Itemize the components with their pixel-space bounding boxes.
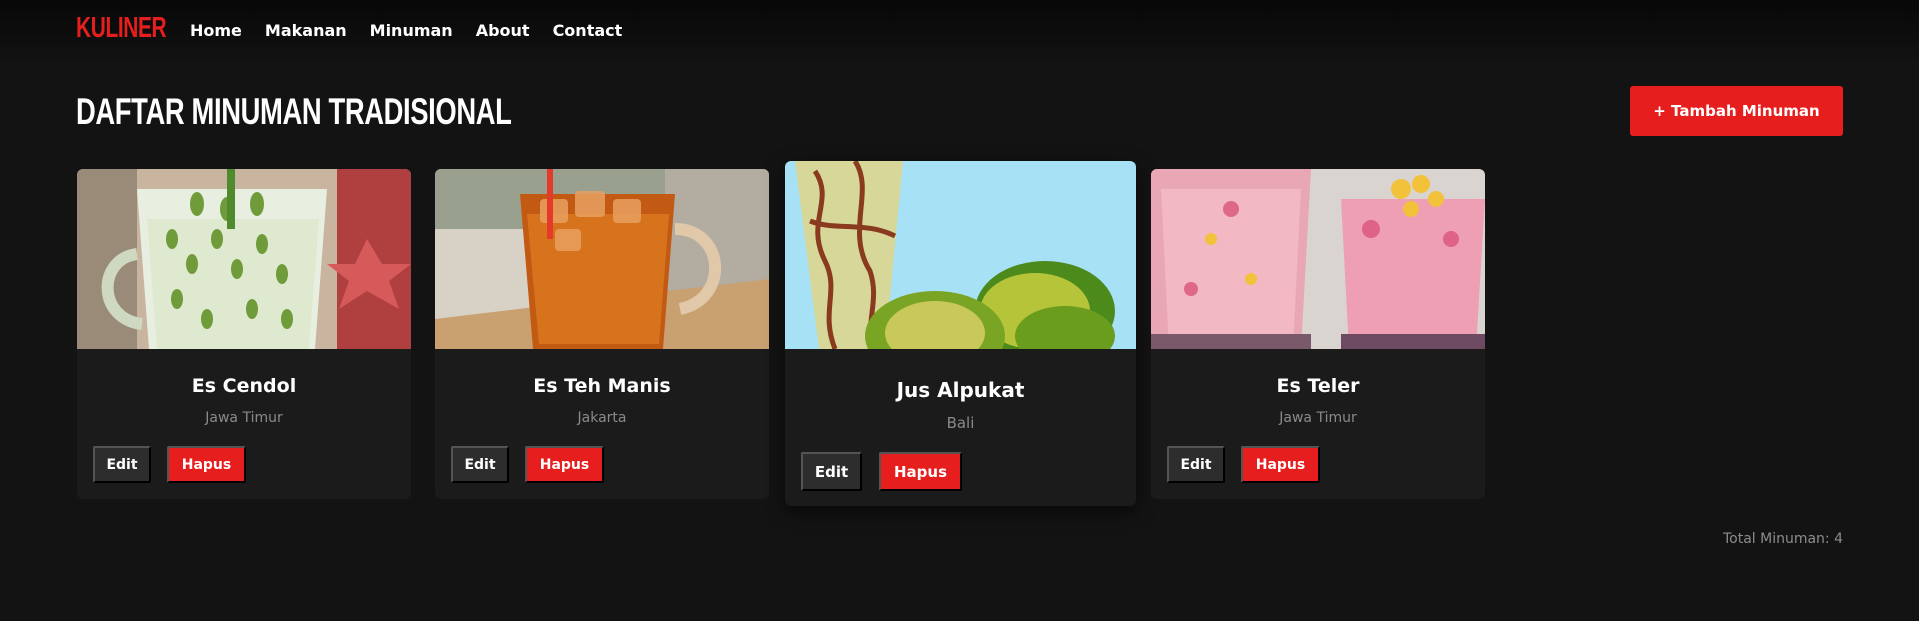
total-count: Total Minuman: 4	[1722, 531, 1843, 547]
drink-region: Jakarta	[577, 410, 627, 426]
drink-card: Es Teh Manis Jakarta Edit Hapus	[435, 169, 769, 499]
edit-button[interactable]: Edit	[801, 452, 862, 491]
drink-name: Es Cendol	[191, 375, 297, 397]
drink-card: Es Cendol Jawa Timur Edit Hapus	[77, 169, 411, 499]
drink-name: Es Teh Manis	[533, 375, 671, 397]
drink-region: Jawa Timur	[205, 410, 283, 426]
drink-image	[785, 161, 1136, 349]
drink-region: Jawa Timur	[1279, 410, 1357, 426]
edit-button[interactable]: Edit	[1167, 446, 1225, 483]
nav-link-about[interactable]: About	[476, 21, 530, 40]
drink-card: Jus Alpukat Bali Edit Hapus	[785, 161, 1136, 506]
navbar: KULINER Home Makanan Minuman About Conta…	[0, 0, 1919, 62]
nav-link-home[interactable]: Home	[190, 21, 242, 40]
drink-image	[77, 169, 411, 349]
brand-logo[interactable]: KULINER	[76, 12, 167, 45]
drink-region: Bali	[946, 414, 975, 432]
delete-button[interactable]: Hapus	[879, 452, 962, 491]
delete-button[interactable]: Hapus	[1241, 446, 1320, 483]
add-drink-button[interactable]: + Tambah Minuman	[1630, 86, 1843, 136]
delete-button[interactable]: Hapus	[525, 446, 604, 483]
drink-name: Es Teler	[1276, 375, 1360, 397]
drink-name: Jus Alpukat	[896, 378, 1025, 402]
nav-links: Home Makanan Minuman About Contact	[190, 21, 645, 40]
nav-link-makanan[interactable]: Makanan	[265, 21, 347, 40]
drink-image	[1151, 169, 1485, 349]
drink-card: Es Teler Jawa Timur Edit Hapus	[1151, 169, 1485, 499]
edit-button[interactable]: Edit	[93, 446, 151, 483]
nav-link-contact[interactable]: Contact	[553, 21, 623, 40]
edit-button[interactable]: Edit	[451, 446, 509, 483]
delete-button[interactable]: Hapus	[167, 446, 246, 483]
drink-image	[435, 169, 769, 349]
page-title: DAFTAR MINUMAN TRADISIONAL	[76, 91, 512, 132]
nav-link-minuman[interactable]: Minuman	[370, 21, 453, 40]
